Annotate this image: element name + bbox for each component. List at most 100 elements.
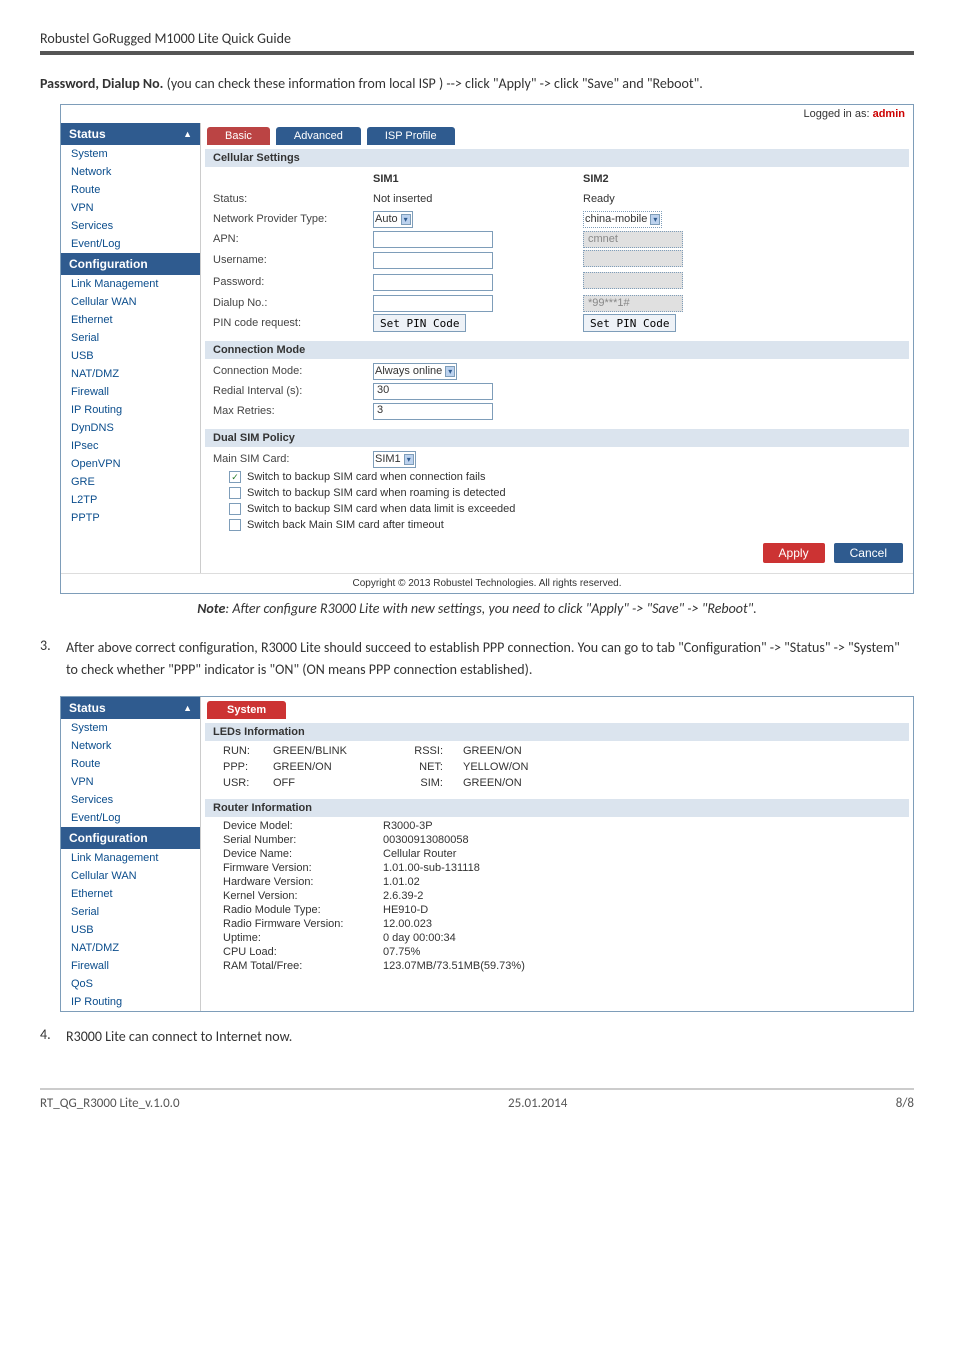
leds-title: LEDs Information	[205, 723, 909, 741]
sidebar-item[interactable]: Services	[61, 791, 200, 809]
sidebar-item[interactable]: VPN	[61, 773, 200, 791]
sim2-set-pin-button[interactable]: Set PIN Code	[583, 314, 676, 332]
sidebar-item[interactable]: OpenVPN	[61, 455, 200, 473]
led-value: GREEN/ON	[463, 777, 583, 789]
sim1-provider-select[interactable]: Auto▾	[373, 211, 413, 228]
sim1-username-input[interactable]	[373, 252, 493, 269]
conn-mode-select[interactable]: Always online▾	[373, 363, 457, 380]
intro-paragraph: Password, Dialup No. (you can check thes…	[40, 73, 914, 94]
status-label: Status:	[213, 193, 373, 205]
main-sim-label: Main SIM Card:	[213, 453, 373, 465]
sidebar-item[interactable]: Network	[61, 737, 200, 755]
sidebar-item[interactable]: Cellular WAN	[61, 867, 200, 885]
sidebar-item[interactable]: USB	[61, 921, 200, 939]
info-label: Device Name:	[213, 848, 383, 860]
page-footer: RT_QG_R3000 Lite_v.1.0.0 25.01.2014 8/8	[40, 1088, 914, 1111]
info-value: 12.00.023	[383, 918, 901, 930]
sidebar-item[interactable]: IPsec	[61, 437, 200, 455]
sidebar-item[interactable]: Cellular WAN	[61, 293, 200, 311]
led-label: PPP:	[223, 761, 273, 773]
sidebar-item[interactable]: Firewall	[61, 957, 200, 975]
sidebar-item[interactable]: QoS	[61, 975, 200, 993]
sidebar-item[interactable]: Route	[61, 181, 200, 199]
sidebar-item[interactable]: System	[61, 145, 200, 163]
sidebar-item[interactable]: NAT/DMZ	[61, 365, 200, 383]
sidebar-item[interactable]: Link Management	[61, 849, 200, 867]
tab-isp-profile[interactable]: ISP Profile	[367, 127, 455, 145]
sidebar: Status▲ SystemNetworkRouteVPNServicesEve…	[61, 123, 201, 573]
sidebar-item[interactable]: Ethernet	[61, 311, 200, 329]
sidebar-item[interactable]: Network	[61, 163, 200, 181]
led-value: GREEN/ON	[273, 761, 393, 773]
sidebar-item[interactable]: Firewall	[61, 383, 200, 401]
step3-number: 3.	[40, 637, 66, 682]
sidebar-item[interactable]: NAT/DMZ	[61, 939, 200, 957]
sim2-provider-select[interactable]: china-mobile▾	[583, 211, 662, 228]
info-label: CPU Load:	[213, 946, 383, 958]
sidebar-item[interactable]: IP Routing	[61, 993, 200, 1011]
provider-label: Network Provider Type:	[213, 213, 373, 225]
password-label: Password:	[213, 276, 373, 288]
sidebar-item[interactable]: Event/Log	[61, 809, 200, 827]
dual-sim-title: Dual SIM Policy	[205, 429, 909, 447]
tab-system[interactable]: System	[207, 701, 286, 719]
sidebar-config-header[interactable]: Configuration	[61, 253, 200, 275]
led-label: NET:	[393, 761, 463, 773]
sim2-apn-input: cmnet	[583, 231, 683, 248]
sidebar-item[interactable]: DynDNS	[61, 419, 200, 437]
sim1-dialup-input[interactable]	[373, 295, 493, 312]
cb-conn-fails[interactable]: ✓	[229, 471, 241, 483]
sidebar-status-header[interactable]: Status▲	[61, 697, 200, 719]
chevron-down-icon: ▾	[650, 214, 660, 225]
cb-data-limit-label: Switch to backup SIM card when data limi…	[247, 503, 515, 515]
cb-data-limit[interactable]	[229, 503, 241, 515]
conn-mode-label: Connection Mode:	[213, 365, 373, 377]
sim1-set-pin-button[interactable]: Set PIN Code	[373, 314, 466, 332]
info-label: RAM Total/Free:	[213, 960, 383, 972]
cellular-settings-title: Cellular Settings	[205, 149, 909, 167]
tab-advanced[interactable]: Advanced	[276, 127, 361, 145]
copyright: Copyright © 2013 Robustel Technologies. …	[61, 573, 913, 593]
note-label: Note	[197, 600, 225, 617]
cb-switch-back[interactable]	[229, 519, 241, 531]
sidebar-item[interactable]: Ethernet	[61, 885, 200, 903]
sidebar-item[interactable]: VPN	[61, 199, 200, 217]
sidebar-item[interactable]: Route	[61, 755, 200, 773]
sim2-dialup-input: *99***1#	[583, 295, 683, 312]
apply-button[interactable]: Apply	[763, 543, 825, 563]
info-label: Firmware Version:	[213, 862, 383, 874]
sidebar-status-header[interactable]: Status▲	[61, 123, 200, 145]
sim1-apn-input[interactable]	[373, 231, 493, 248]
login-user: admin	[873, 108, 905, 120]
sidebar-item[interactable]: Services	[61, 217, 200, 235]
sidebar-config-header[interactable]: Configuration	[61, 827, 200, 849]
retries-label: Max Retries:	[213, 405, 373, 417]
cancel-button[interactable]: Cancel	[834, 543, 903, 563]
tab-basic[interactable]: Basic	[207, 127, 270, 145]
retries-input[interactable]: 3	[373, 403, 493, 420]
footer-center: 25.01.2014	[508, 1096, 567, 1111]
info-label: Serial Number:	[213, 834, 383, 846]
redial-input[interactable]: 30	[373, 383, 493, 400]
screenshot-system-status: Status▲ SystemNetworkRouteVPNServicesEve…	[60, 696, 914, 1012]
info-value: 123.07MB/73.51MB(59.73%)	[383, 960, 901, 972]
sidebar-item[interactable]: Serial	[61, 903, 200, 921]
main-sim-select[interactable]: SIM1▾	[373, 451, 416, 468]
screenshot-cellular-config: Logged in as: admin Status▲ SystemNetwor…	[60, 104, 914, 594]
sidebar-item[interactable]: Serial	[61, 329, 200, 347]
sidebar-item[interactable]: System	[61, 719, 200, 737]
header-rule	[40, 51, 914, 55]
sim1-password-input[interactable]	[373, 274, 493, 291]
sidebar-item[interactable]: USB	[61, 347, 200, 365]
sidebar-item[interactable]: PPTP	[61, 509, 200, 527]
cb-roaming[interactable]	[229, 487, 241, 499]
sidebar-item[interactable]: IP Routing	[61, 401, 200, 419]
sidebar-item[interactable]: Event/Log	[61, 235, 200, 253]
led-label: RSSI:	[393, 745, 463, 757]
info-label: Kernel Version:	[213, 890, 383, 902]
led-label: RUN:	[223, 745, 273, 757]
sidebar-item[interactable]: L2TP	[61, 491, 200, 509]
sidebar-item[interactable]: GRE	[61, 473, 200, 491]
footer-left: RT_QG_R3000 Lite_v.1.0.0	[40, 1096, 180, 1111]
sidebar-item[interactable]: Link Management	[61, 275, 200, 293]
